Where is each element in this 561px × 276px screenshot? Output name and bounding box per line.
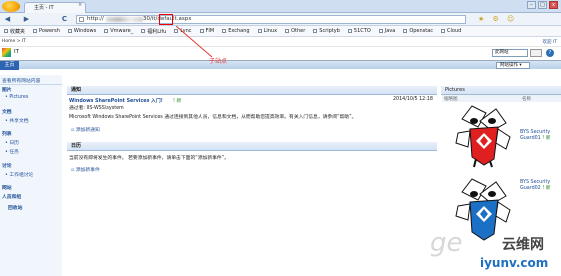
refresh-icon[interactable]: C xyxy=(60,15,69,24)
folder-icon xyxy=(347,29,352,33)
favorites-item[interactable]: Other xyxy=(285,28,305,34)
address-bar[interactable]: http:// 30/it/default.aspx xyxy=(76,14,466,25)
divider xyxy=(0,84,62,85)
watermark-text: 云维网 xyxy=(502,237,544,253)
folder-icon xyxy=(141,29,146,33)
nav-item-pictures[interactable]: • Pictures xyxy=(2,95,28,100)
breadcrumb[interactable]: Home > IT xyxy=(2,39,26,44)
maximize-icon[interactable]: □ xyxy=(538,1,547,9)
annotation-label: 子站点 xyxy=(209,58,228,65)
favorites-item[interactable]: Linux xyxy=(257,28,277,34)
pictures-header[interactable]: Pictures xyxy=(441,86,561,95)
browser-logo-icon xyxy=(2,1,20,12)
window-controls: – □ x xyxy=(527,1,558,9)
pictures-column-headers: 缩略图 名称 xyxy=(442,95,561,102)
browser-title-bar: 主页 - IT × – □ x xyxy=(0,0,561,13)
annotation-arrow xyxy=(176,26,213,58)
folder-icon xyxy=(104,29,109,33)
nav-item-tasks[interactable]: • 任务 xyxy=(2,148,19,155)
favorites-item[interactable]: Windows xyxy=(67,28,96,34)
annotation-highlight-box xyxy=(159,14,173,25)
favorites-item[interactable]: Vmware_ xyxy=(104,28,133,34)
folder-icon xyxy=(33,29,38,33)
favorites-item[interactable]: Cloud xyxy=(441,28,461,34)
favorites-item[interactable]: 51CTO xyxy=(347,28,371,34)
add-announcement-link[interactable]: ▫ 添加新通知 xyxy=(71,126,100,133)
close-window-icon[interactable]: x xyxy=(549,1,558,9)
guard-red-thumbnail[interactable] xyxy=(448,103,516,169)
back-icon[interactable]: ◀ xyxy=(3,15,12,24)
nav-recycle-bin[interactable]: 回收站 xyxy=(2,204,22,211)
site-title-bar: IT 此网站 ? xyxy=(0,47,561,59)
nav-heading-lists[interactable]: 列表 xyxy=(2,130,12,137)
view-all-content-link[interactable]: 查看所有网站内容 xyxy=(2,77,40,84)
nav-item-shared-documents[interactable]: • 共享文档 xyxy=(2,117,29,124)
folder-icon xyxy=(403,29,408,33)
favorites-bar: 收藏夹 Powersh Windows Vmware_ 福利Lifu Lync … xyxy=(0,26,561,37)
favorites-item[interactable]: Exchang xyxy=(222,28,250,34)
watermark-logo-text: ge xyxy=(430,228,463,258)
sharepoint-top-bar: Home > IT 欢迎 IT xyxy=(0,37,561,47)
favorites-item[interactable]: 收藏夹 xyxy=(4,28,25,35)
calendar-header[interactable]: 日历 xyxy=(67,142,437,151)
folder-icon xyxy=(378,29,383,33)
nav-heading-pictures[interactable]: 图片 xyxy=(2,86,12,93)
tab-title: 主页 - IT xyxy=(34,5,54,11)
calendar-empty-text: 当前没有即将发生的事件。 若要添加新事件，请单击下面的“添加新事件”。 xyxy=(69,156,229,161)
favorites-item[interactable]: Java xyxy=(378,28,395,34)
site-actions-menu[interactable]: 网站操作 ▾ xyxy=(496,62,530,69)
folder-icon xyxy=(222,29,227,33)
site-title[interactable]: IT xyxy=(14,49,19,55)
address-redacted xyxy=(106,17,143,22)
folder-icon xyxy=(313,29,318,33)
favorites-item[interactable]: Scriptyb xyxy=(313,28,340,34)
browser-nav-bar: ◀ ▶ C http:// 30/it/default.aspx ★ ⚙ ☺ xyxy=(0,13,561,26)
nav-heading-people[interactable]: 人员和组 xyxy=(2,193,21,200)
browser-tab[interactable]: 主页 - IT xyxy=(24,2,86,13)
page-icon xyxy=(79,17,84,22)
nav-item-calendar[interactable]: • 日历 xyxy=(2,139,19,146)
announcements-header[interactable]: 通知 xyxy=(67,86,437,95)
nav-item-team-discussion[interactable]: • 工作组讨论 xyxy=(2,171,33,178)
announcement-date: 2014/10/5 12:18 xyxy=(393,97,433,102)
top-navigation: 主页 网站操作 ▾ xyxy=(0,60,561,70)
add-event-link[interactable]: ▫ 添加新事件 xyxy=(71,166,100,173)
announcement-body: Microsoft Windows SharePoint Services 通过… xyxy=(69,115,357,120)
search-input[interactable] xyxy=(530,49,542,57)
column-thumbnail[interactable]: 缩略图 xyxy=(444,96,458,102)
column-name[interactable]: 名称 xyxy=(522,96,531,102)
nav-heading-sites[interactable]: 网站 xyxy=(2,184,12,191)
folder-icon xyxy=(67,29,72,33)
welcome-menu[interactable]: 欢迎 IT xyxy=(542,39,557,45)
announcement-author: 通过者: IIS-WSS\system xyxy=(69,106,124,111)
site-logo-icon xyxy=(2,48,11,57)
browser-toolbar-icons[interactable]: ★ ⚙ ☺ xyxy=(478,15,517,23)
announcement-title[interactable]: Windows SharePoint Services 入门! xyxy=(69,97,163,104)
new-badge: ! 新 xyxy=(173,99,182,104)
folder-icon xyxy=(285,29,290,33)
address-prefix: http:// xyxy=(87,16,104,22)
watermark: ge 云维网 iyunv.com xyxy=(430,228,561,276)
tab-close-icon[interactable]: × xyxy=(78,2,82,8)
watermark-site: iyunv.com xyxy=(480,256,549,270)
quick-launch: 查看所有网站内容 图片 • Pictures 文档 • 共享文档 列表 • 日历… xyxy=(0,75,62,276)
minimize-icon[interactable]: – xyxy=(527,1,536,9)
forward-icon[interactable]: ▶ xyxy=(22,15,31,24)
help-icon[interactable]: ? xyxy=(546,49,554,57)
picture-name-2[interactable]: BYS Security Guard02 ! 新 xyxy=(520,180,560,192)
nav-heading-discussions[interactable]: 讨论 xyxy=(2,162,12,169)
nav-heading-documents[interactable]: 文档 xyxy=(2,108,12,115)
search-scope-select[interactable]: 此网站 xyxy=(492,49,528,57)
folder-icon xyxy=(257,29,262,33)
favorites-item[interactable]: Openstac xyxy=(403,28,433,34)
favorites-item[interactable]: 福利Lifu xyxy=(141,28,166,35)
picture-name-1[interactable]: BYS Security Guard01 ! 新 xyxy=(520,130,560,142)
folder-icon xyxy=(441,29,446,33)
favorites-item[interactable]: Powersh xyxy=(33,28,60,34)
favorites-folder-icon xyxy=(4,29,8,33)
tab-home[interactable]: 主页 xyxy=(0,61,19,70)
